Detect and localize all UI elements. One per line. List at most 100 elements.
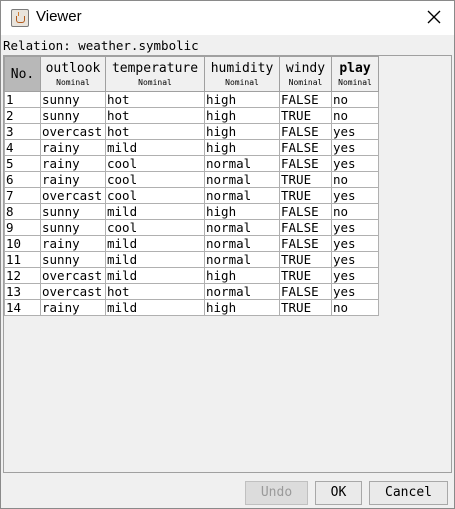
table-cell[interactable]: 4 — [4, 139, 41, 156]
table-cell[interactable]: yes — [331, 155, 379, 172]
table-cell[interactable]: 2 — [4, 107, 41, 124]
table-cell[interactable]: 10 — [4, 235, 41, 252]
table-cell[interactable]: high — [204, 107, 280, 124]
table-cell[interactable]: mild — [105, 251, 205, 268]
table-cell[interactable]: high — [204, 203, 280, 220]
table-cell[interactable]: yes — [331, 123, 379, 140]
table-cell[interactable]: FALSE — [279, 155, 332, 172]
table-cell[interactable]: cool — [105, 171, 205, 188]
table-cell[interactable]: 12 — [4, 267, 41, 284]
table-row[interactable]: 13 overcast hot normal FALSE yes — [4, 283, 379, 300]
table-cell[interactable]: overcast — [40, 123, 106, 140]
table-cell[interactable]: sunny — [40, 91, 106, 108]
table-row[interactable]: 8 sunny mild high FALSE no — [4, 203, 379, 220]
table-cell[interactable]: hot — [105, 107, 205, 124]
table-row[interactable]: 5 rainy cool normal FALSE yes — [4, 155, 379, 172]
table-cell[interactable]: normal — [204, 235, 280, 252]
table-cell[interactable]: no — [331, 203, 379, 220]
table-row[interactable]: 11 sunny mild normal TRUE yes — [4, 251, 379, 268]
table-cell[interactable]: 13 — [4, 283, 41, 300]
table-cell[interactable]: cool — [105, 187, 205, 204]
table-cell[interactable]: mild — [105, 267, 205, 284]
table-row[interactable]: 12 overcast mild high TRUE yes — [4, 267, 379, 284]
table-cell[interactable]: normal — [204, 219, 280, 236]
table-cell[interactable]: FALSE — [279, 203, 332, 220]
table-cell[interactable]: yes — [331, 267, 379, 284]
table-cell[interactable]: rainy — [40, 235, 106, 252]
table-cell[interactable]: TRUE — [279, 171, 332, 188]
table-cell[interactable]: TRUE — [279, 187, 332, 204]
table-row[interactable]: 4 rainy mild high FALSE yes — [4, 139, 379, 156]
table-row[interactable]: 14 rainy mild high TRUE no — [4, 299, 379, 316]
table-cell[interactable]: high — [204, 299, 280, 316]
table-cell[interactable]: sunny — [40, 107, 106, 124]
table-cell[interactable]: normal — [204, 283, 280, 300]
undo-button[interactable]: Undo — [245, 481, 308, 505]
column-header-no[interactable]: No. — [4, 56, 41, 92]
table-cell[interactable]: 7 — [4, 187, 41, 204]
table-cell[interactable]: overcast — [40, 187, 106, 204]
table-cell[interactable]: overcast — [40, 267, 106, 284]
table-cell[interactable]: 8 — [4, 203, 41, 220]
column-header-play[interactable]: play Nominal — [331, 56, 379, 92]
ok-button[interactable]: OK — [315, 481, 362, 505]
table-cell[interactable]: sunny — [40, 203, 106, 220]
table-row[interactable]: 9 sunny cool normal FALSE yes — [4, 219, 379, 236]
table-cell[interactable]: rainy — [40, 299, 106, 316]
table-cell[interactable]: 11 — [4, 251, 41, 268]
table-row[interactable]: 10 rainy mild normal FALSE yes — [4, 235, 379, 252]
table-row[interactable]: 6 rainy cool normal TRUE no — [4, 171, 379, 188]
column-header-outlook[interactable]: outlook Nominal — [40, 56, 106, 92]
table-cell[interactable]: TRUE — [279, 251, 332, 268]
table-cell[interactable]: FALSE — [279, 91, 332, 108]
table-cell[interactable]: 9 — [4, 219, 41, 236]
table-cell[interactable]: sunny — [40, 251, 106, 268]
close-button[interactable] — [424, 7, 444, 27]
table-cell[interactable]: hot — [105, 123, 205, 140]
table-cell[interactable]: no — [331, 299, 379, 316]
table-cell[interactable]: FALSE — [279, 219, 332, 236]
column-header-humidity[interactable]: humidity Nominal — [204, 56, 280, 92]
table-cell[interactable]: no — [331, 107, 379, 124]
table-cell[interactable]: TRUE — [279, 107, 332, 124]
table-cell[interactable]: 1 — [4, 91, 41, 108]
table-row[interactable]: 1 sunny hot high FALSE no — [4, 91, 379, 108]
table-cell[interactable]: no — [331, 171, 379, 188]
table-cell[interactable]: sunny — [40, 219, 106, 236]
table-cell[interactable]: high — [204, 91, 280, 108]
table-cell[interactable]: rainy — [40, 139, 106, 156]
column-header-windy[interactable]: windy Nominal — [279, 56, 332, 92]
table-cell[interactable]: rainy — [40, 155, 106, 172]
table-cell[interactable]: FALSE — [279, 235, 332, 252]
cancel-button[interactable]: Cancel — [369, 481, 448, 505]
table-cell[interactable]: 6 — [4, 171, 41, 188]
table-row[interactable]: 2 sunny hot high TRUE no — [4, 107, 379, 124]
table-cell[interactable]: TRUE — [279, 267, 332, 284]
table-cell[interactable]: yes — [331, 139, 379, 156]
table-cell[interactable]: mild — [105, 299, 205, 316]
table-cell[interactable]: yes — [331, 219, 379, 236]
table-cell[interactable]: 14 — [4, 299, 41, 316]
column-header-temperature[interactable]: temperature Nominal — [105, 56, 205, 92]
table-row[interactable]: 7 overcast cool normal TRUE yes — [4, 187, 379, 204]
table-cell[interactable]: mild — [105, 139, 205, 156]
table-cell[interactable]: normal — [204, 187, 280, 204]
table-cell[interactable]: hot — [105, 91, 205, 108]
table-cell[interactable]: normal — [204, 155, 280, 172]
table-cell[interactable]: overcast — [40, 283, 106, 300]
table-cell[interactable]: normal — [204, 171, 280, 188]
table-cell[interactable]: high — [204, 139, 280, 156]
table-cell[interactable]: mild — [105, 203, 205, 220]
table-cell[interactable]: FALSE — [279, 139, 332, 156]
table-cell[interactable]: rainy — [40, 171, 106, 188]
table-cell[interactable]: no — [331, 91, 379, 108]
table-cell[interactable]: yes — [331, 187, 379, 204]
table-cell[interactable]: yes — [331, 235, 379, 252]
table-cell[interactable]: normal — [204, 251, 280, 268]
table-cell[interactable]: high — [204, 123, 280, 140]
table-cell[interactable]: 3 — [4, 123, 41, 140]
table-cell[interactable]: cool — [105, 219, 205, 236]
table-cell[interactable]: yes — [331, 283, 379, 300]
table-cell[interactable]: cool — [105, 155, 205, 172]
table-cell[interactable]: 5 — [4, 155, 41, 172]
